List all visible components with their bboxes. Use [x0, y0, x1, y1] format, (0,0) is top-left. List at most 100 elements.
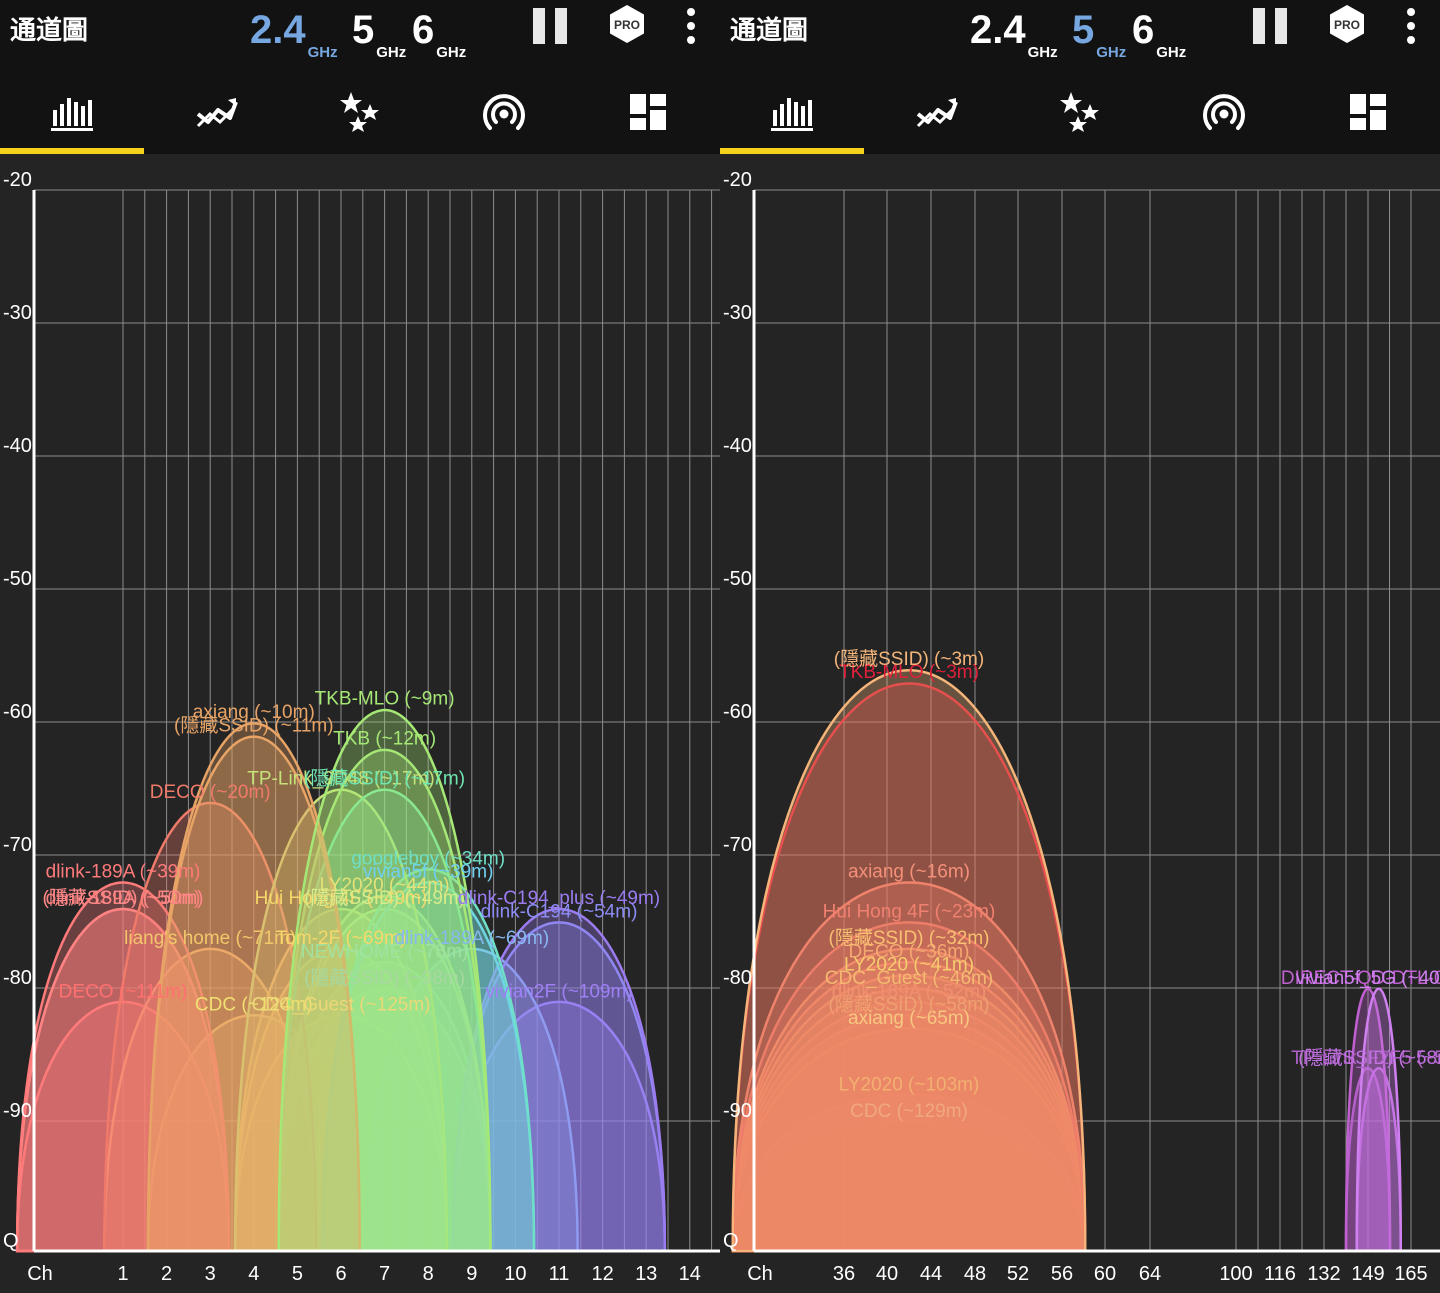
- pro-badge-icon[interactable]: PRO: [1327, 4, 1367, 44]
- y-tick-label: -50: [3, 568, 32, 590]
- x-tick-label: 60: [1094, 1263, 1116, 1285]
- network-label: Tom-2F (~69m): [276, 928, 406, 949]
- network-label: (隱藏SSID) (~58m): [1298, 1047, 1440, 1069]
- y-tick-label: -70: [723, 834, 752, 856]
- tab-channel-graph[interactable]: [720, 80, 864, 144]
- band-label: 6: [412, 8, 435, 52]
- x-tick-label: 56: [1051, 1263, 1073, 1285]
- y-tick-label: -30: [723, 302, 752, 324]
- x-tick-label: 14: [679, 1263, 701, 1285]
- x-tick-label: 4: [248, 1263, 259, 1285]
- tab-channel-graph[interactable]: [0, 80, 144, 144]
- x-tick-label: 40: [876, 1263, 898, 1285]
- tab-channel-rating[interactable]: [288, 80, 432, 144]
- band-unit: GHz: [1156, 44, 1187, 61]
- screen-5g: 通道圖 2.4GHz 5GHz 6GHz PRO CDC (~129m) LY20…: [720, 0, 1440, 1293]
- y-tick-label: Q: [3, 1230, 19, 1252]
- overflow-menu-icon[interactable]: [681, 6, 701, 46]
- y-tick-label: -30: [3, 302, 32, 324]
- network-label: dlink-189A (~39m): [46, 862, 201, 883]
- band-6g-toggle[interactable]: 6GHz: [412, 8, 466, 61]
- bar-chart-icon: [771, 98, 813, 131]
- y-tick-label: -90: [723, 1100, 752, 1122]
- dashboard-grid-icon: [630, 94, 666, 130]
- band-6g-toggle[interactable]: 6GHz: [1132, 8, 1186, 61]
- pro-label: PRO: [614, 18, 640, 32]
- network-arches: [731, 669, 1403, 1253]
- tab-time-graph[interactable]: [864, 80, 1008, 144]
- tab-channel-rating[interactable]: [1008, 80, 1152, 144]
- band-label: 5: [1072, 8, 1095, 52]
- network-label: axiang (~16m): [848, 862, 970, 883]
- tab-access-points[interactable]: [1152, 80, 1296, 144]
- network-label: CDC (~129m): [850, 1101, 968, 1122]
- pause-icon[interactable]: [533, 8, 569, 44]
- x-tick-label: 36: [833, 1263, 855, 1285]
- pro-label: PRO: [1334, 18, 1360, 32]
- bar-chart-icon: [51, 98, 93, 131]
- network-label: dlink-189A (~69m): [394, 928, 549, 949]
- page-title: 通道圖: [10, 16, 89, 46]
- tab-dashboard[interactable]: [576, 80, 720, 144]
- screen-2g: 通道圖 2.4GHz 5GHz 6GHz PRO CDC (~124m) CDC_…: [0, 0, 720, 1293]
- network-label: (隱藏SSID) (~17m): [304, 768, 465, 790]
- x-tick-label: 7: [379, 1263, 390, 1285]
- stars-rating-icon: [1060, 92, 1099, 132]
- band-label: 6: [1132, 8, 1155, 52]
- network-label: CDC_Guest (~125m): [252, 995, 431, 1016]
- band-label: 2.4: [970, 8, 1026, 52]
- tab-access-points[interactable]: [432, 80, 576, 144]
- x-tick-label: 8: [423, 1263, 434, 1285]
- y-tick-label: -40: [723, 435, 752, 457]
- x-tick-label: 48: [964, 1263, 986, 1285]
- x-axis-label: Ch: [747, 1263, 773, 1285]
- band-label: 5: [352, 8, 375, 52]
- network-label: liang's home (~71m): [124, 928, 296, 949]
- network-label: dlink-C194_plus (~49m): [458, 888, 660, 909]
- network-label: (隱藏SSID) (~50m): [43, 887, 204, 909]
- tab-time-graph[interactable]: [144, 80, 288, 144]
- x-tick-label: 64: [1139, 1263, 1161, 1285]
- network-label: vivian2F (~109m): [485, 981, 632, 1002]
- x-tick-label: 116: [1264, 1263, 1296, 1285]
- overflow-menu-icon[interactable]: [1401, 6, 1421, 46]
- x-axis-label: Ch: [27, 1263, 53, 1285]
- trend-graph-icon: [916, 98, 958, 128]
- tab-dashboard[interactable]: [1296, 80, 1440, 144]
- x-tick-label: 10: [504, 1263, 526, 1285]
- x-tick-label: 3: [205, 1263, 216, 1285]
- band-5g-toggle[interactable]: 5GHz: [1072, 8, 1126, 61]
- pro-badge-icon[interactable]: PRO: [607, 4, 647, 44]
- x-tick-label: 5: [292, 1263, 303, 1285]
- y-tick-label: -50: [723, 568, 752, 590]
- network-label: (隱藏SSID) (~3m): [834, 648, 984, 670]
- band-label: 2.4: [250, 8, 306, 52]
- x-tick-label: 1: [117, 1263, 128, 1285]
- band-unit: GHz: [376, 44, 407, 61]
- app-bar: 通道圖 2.4GHz 5GHz 6GHz PRO: [720, 0, 1440, 154]
- y-tick-label: -40: [3, 435, 32, 457]
- x-tick-label: 44: [920, 1263, 942, 1285]
- network-label: TKB-MLO (~9m): [315, 689, 455, 710]
- x-tick-label: 11: [549, 1263, 570, 1285]
- network-label: TKB (~12m): [333, 729, 436, 750]
- y-tick-label: -90: [3, 1100, 32, 1122]
- band-unit: GHz: [1027, 44, 1058, 61]
- pause-icon[interactable]: [1253, 8, 1289, 44]
- channel-graph: CDC (~129m) LY2020 (~103m) TP-Link_F2F5 (~…: [720, 154, 1440, 1293]
- network-label: vivian5f_5G (~40m): [1296, 968, 1440, 989]
- band-2g-toggle[interactable]: 2.4GHz: [250, 8, 338, 61]
- x-tick-label: 165: [1394, 1263, 1427, 1285]
- dashboard-grid-icon: [1350, 94, 1386, 130]
- x-tick-label: 149: [1351, 1263, 1384, 1285]
- y-tick-label: -70: [3, 834, 32, 856]
- network-label: (隱藏SSID) (~32m): [829, 927, 990, 949]
- signal-radar-icon: [483, 94, 525, 130]
- x-tick-label: 6: [335, 1263, 346, 1285]
- band-5g-toggle[interactable]: 5GHz: [352, 8, 406, 61]
- x-tick-label: 9: [466, 1263, 477, 1285]
- app-bar: 通道圖 2.4GHz 5GHz 6GHz PRO: [0, 0, 720, 154]
- x-tick-label: 2: [161, 1263, 172, 1285]
- channel-graph-svg: CDC (~124m)CDC_Guest (~125m)DECO (~111m)…: [3, 169, 720, 1285]
- band-2g-toggle[interactable]: 2.4GHz: [970, 8, 1058, 61]
